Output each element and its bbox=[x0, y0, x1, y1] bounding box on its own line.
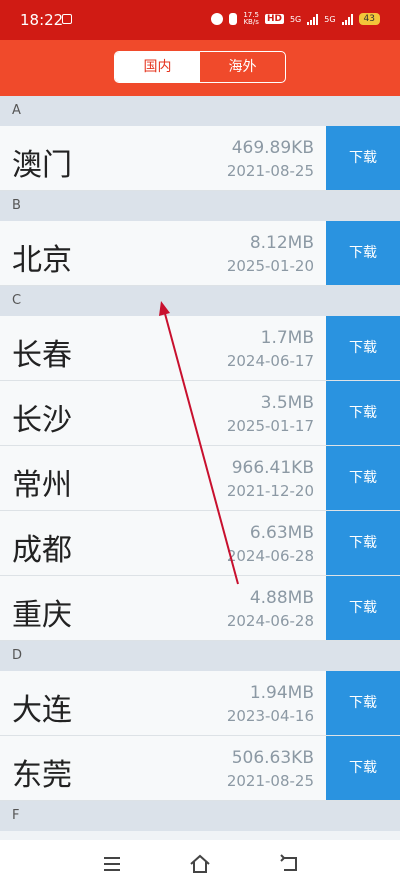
download-button[interactable]: 下载 bbox=[326, 126, 400, 190]
file-size: 966.41KB bbox=[231, 458, 314, 478]
city-name: 澳门 bbox=[12, 148, 72, 183]
list-item[interactable]: 长春 1.7MB 2024-06-17 下载 bbox=[0, 316, 400, 381]
city-name: 长春 bbox=[12, 338, 72, 373]
download-button[interactable]: 下载 bbox=[326, 381, 400, 445]
download-button[interactable]: 下载 bbox=[326, 736, 400, 800]
city-name: 成都 bbox=[12, 533, 72, 568]
file-size: 1.7MB bbox=[260, 328, 314, 348]
status-bar: 18:22 17.5 KB/s HD 5G 5G 43 bbox=[0, 0, 400, 40]
update-date: 2025-01-20 bbox=[226, 257, 314, 275]
list-item[interactable]: 长沙 3.5MB 2025-01-17 下载 bbox=[0, 381, 400, 446]
file-size: 4.88MB bbox=[249, 588, 314, 608]
signal-icon-2 bbox=[341, 13, 353, 25]
file-size: 8.12MB bbox=[249, 233, 314, 253]
city-name: 常州 bbox=[12, 468, 72, 503]
update-date: 2021-12-20 bbox=[226, 482, 314, 500]
download-button[interactable]: 下载 bbox=[326, 316, 400, 380]
file-size: 469.89KB bbox=[231, 138, 314, 158]
region-tabs: 国内 海外 bbox=[114, 51, 286, 83]
battery-indicator: 43 bbox=[358, 13, 380, 25]
alarm-icon bbox=[211, 13, 224, 25]
network-type-2: 5G bbox=[324, 14, 336, 24]
home-icon[interactable] bbox=[188, 852, 212, 876]
file-size: 506.63KB bbox=[231, 748, 314, 768]
file-size: 3.5MB bbox=[260, 393, 314, 413]
status-time: 18:22 bbox=[20, 11, 64, 29]
update-date: 2021-08-25 bbox=[226, 772, 314, 790]
status-icons: 17.5 KB/s HD 5G 5G 43 bbox=[211, 12, 380, 26]
list-item[interactable]: 大连 1.94MB 2023-04-16 下载 bbox=[0, 671, 400, 736]
vibrate-icon bbox=[229, 13, 238, 25]
file-size: 6.63MB bbox=[249, 523, 314, 543]
header: 国内 海外 bbox=[0, 40, 400, 96]
list-item[interactable]: 东莞 506.63KB 2021-08-25 下载 bbox=[0, 736, 400, 801]
city-name: 重庆 bbox=[12, 598, 72, 633]
update-date: 2024-06-28 bbox=[226, 612, 314, 630]
download-button[interactable]: 下载 bbox=[326, 671, 400, 735]
list-item[interactable]: 常州 966.41KB 2021-12-20 下载 bbox=[0, 446, 400, 511]
back-icon[interactable] bbox=[278, 852, 302, 876]
network-type-1: 5G bbox=[289, 14, 302, 24]
tab-overseas[interactable]: 海外 bbox=[200, 52, 285, 82]
update-date: 2025-01-17 bbox=[226, 417, 314, 435]
menu-icon[interactable] bbox=[100, 852, 124, 876]
city-name: 长沙 bbox=[12, 403, 72, 438]
update-date: 2024-06-17 bbox=[226, 352, 314, 370]
section-header-d: D bbox=[0, 641, 400, 671]
navigation-bar bbox=[0, 840, 400, 888]
download-button[interactable]: 下载 bbox=[326, 576, 400, 640]
download-button[interactable]: 下载 bbox=[326, 221, 400, 285]
hd-badge: HD bbox=[264, 14, 284, 24]
city-name: 北京 bbox=[12, 243, 72, 278]
file-size: 1.94MB bbox=[249, 683, 314, 703]
city-list[interactable]: A 澳门 469.89KB 2021-08-25 下载 B 北京 8.12MB … bbox=[0, 96, 400, 831]
list-item[interactable]: 澳门 469.89KB 2021-08-25 下载 bbox=[0, 126, 400, 191]
list-item[interactable]: 重庆 4.88MB 2024-06-28 下载 bbox=[0, 576, 400, 641]
list-item[interactable]: 北京 8.12MB 2025-01-20 下载 bbox=[0, 221, 400, 286]
update-date: 2024-06-28 bbox=[226, 547, 314, 565]
notification-icon bbox=[62, 14, 72, 24]
section-header-c: C bbox=[0, 286, 400, 316]
section-header-b: B bbox=[0, 191, 400, 221]
city-name: 东莞 bbox=[12, 758, 72, 793]
update-date: 2023-04-16 bbox=[226, 707, 314, 725]
city-name: 大连 bbox=[12, 693, 72, 728]
update-date: 2021-08-25 bbox=[226, 162, 314, 180]
section-header-f: F bbox=[0, 801, 400, 831]
signal-icon bbox=[307, 13, 319, 25]
network-speed-unit: KB/s bbox=[243, 18, 259, 26]
list-item[interactable]: 成都 6.63MB 2024-06-28 下载 bbox=[0, 511, 400, 576]
tab-domestic[interactable]: 国内 bbox=[115, 52, 200, 82]
download-button[interactable]: 下载 bbox=[326, 511, 400, 575]
download-button[interactable]: 下载 bbox=[326, 446, 400, 510]
section-header-a: A bbox=[0, 96, 400, 126]
network-speed: 17.5 KB/s bbox=[243, 12, 259, 26]
